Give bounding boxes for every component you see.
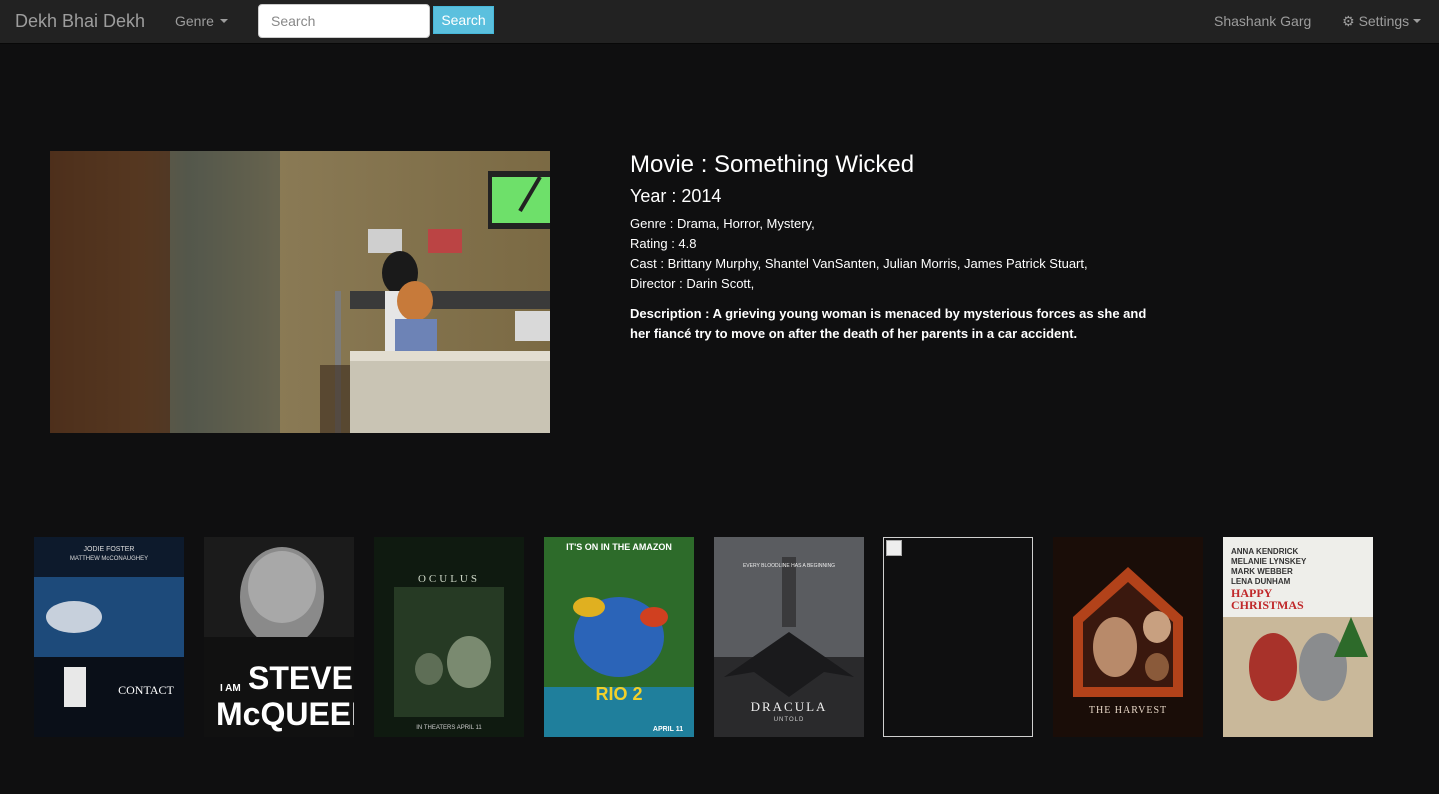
caret-down-icon bbox=[219, 19, 228, 23]
movie-title: Movie : Something Wicked bbox=[630, 151, 915, 178]
poster-dracula-line1: EVERY BLOODLINE HAS A BEGINNING bbox=[743, 563, 835, 569]
movie-still-image bbox=[50, 151, 550, 433]
poster-christmas-line3: MARK WEBBER bbox=[1231, 567, 1293, 576]
gear-icon: ⚙ bbox=[1342, 13, 1355, 29]
movie-info: Movie : Something Wicked Year : 2014 Gen… bbox=[630, 150, 1190, 344]
poster-oculus[interactable]: OCULUS IN THEATERS APRIL 11 bbox=[374, 537, 524, 737]
poster-steve-mcqueen[interactable]: I AM STEVE McQUEEN bbox=[204, 537, 354, 737]
poster-christmas-title2: CHRISTMAS bbox=[1231, 598, 1304, 612]
poster-christmas-line4: LENA DUNHAM bbox=[1231, 577, 1291, 586]
movie-meta: Genre : Drama, Horror, Mystery, Rating :… bbox=[630, 214, 1190, 294]
poster-steve-line2: STEVE bbox=[248, 660, 353, 696]
poster-contact-line2: MATTHEW McCONAUGHEY bbox=[70, 556, 148, 562]
poster-steve-line1: I AM bbox=[220, 683, 241, 694]
poster-oculus-footer: IN THEATERS APRIL 11 bbox=[416, 725, 482, 731]
movie-genre: Genre : Drama, Horror, Mystery, bbox=[630, 216, 815, 231]
settings-label: Settings bbox=[1358, 13, 1410, 29]
caret-down-icon bbox=[1413, 19, 1422, 23]
poster-harvest-title: THE HARVEST bbox=[1089, 705, 1167, 716]
movie-description: Description : A grieving young woman is … bbox=[630, 306, 1147, 341]
poster-rio-title: RIO 2 bbox=[595, 684, 642, 704]
poster-oculus-title: OCULUS bbox=[418, 573, 480, 585]
movie-director: Director : Darin Scott, bbox=[630, 276, 755, 291]
genre-dropdown[interactable]: Genre bbox=[175, 13, 228, 29]
poster-steve-title: McQUEEN bbox=[216, 696, 354, 732]
user-name-link[interactable]: Shashank Garg bbox=[1214, 13, 1311, 29]
navbar: Dekh Bhai Dekh Genre Search Shashank Gar… bbox=[0, 0, 1439, 44]
poster-contact[interactable]: JODIE FOSTER MATTHEW McCONAUGHEY CONTACT bbox=[34, 537, 184, 737]
poster-rio-line1: IT'S ON IN THE AMAZON bbox=[566, 542, 672, 552]
settings-dropdown[interactable]: ⚙ Settings bbox=[1342, 13, 1422, 29]
poster-dracula-line2: UNTOLD bbox=[774, 717, 805, 723]
poster-rio-2[interactable]: IT'S ON IN THE AMAZON RIO 2 APRIL 11 bbox=[544, 537, 694, 737]
poster-dracula-untold[interactable]: EVERY BLOODLINE HAS A BEGINNING DRACULA … bbox=[714, 537, 864, 737]
poster-broken[interactable] bbox=[883, 537, 1033, 737]
poster-contact-title: CONTACT bbox=[118, 683, 174, 697]
poster-the-harvest[interactable]: THE HARVEST bbox=[1053, 537, 1203, 737]
poster-contact-line1: JODIE FOSTER bbox=[84, 546, 135, 553]
movie-rating: Rating : 4.8 bbox=[630, 236, 697, 251]
poster-dracula-title: DRACULA bbox=[751, 699, 828, 714]
search-button[interactable]: Search bbox=[433, 6, 494, 34]
broken-image-icon bbox=[886, 540, 902, 556]
poster-christmas-line2: MELANIE LYNSKEY bbox=[1231, 557, 1307, 566]
movie-cast: Cast : Brittany Murphy, Shantel VanSante… bbox=[630, 256, 1088, 271]
poster-christmas-line1: ANNA KENDRICK bbox=[1231, 547, 1298, 556]
brand-link[interactable]: Dekh Bhai Dekh bbox=[15, 11, 145, 32]
search-input[interactable] bbox=[258, 4, 430, 38]
poster-rio-footer: APRIL 11 bbox=[653, 726, 683, 733]
poster-happy-christmas[interactable]: ANNA KENDRICK MELANIE LYNSKEY MARK WEBBE… bbox=[1223, 537, 1373, 737]
genre-label: Genre bbox=[175, 13, 214, 29]
movie-year: Year : 2014 bbox=[630, 186, 722, 206]
